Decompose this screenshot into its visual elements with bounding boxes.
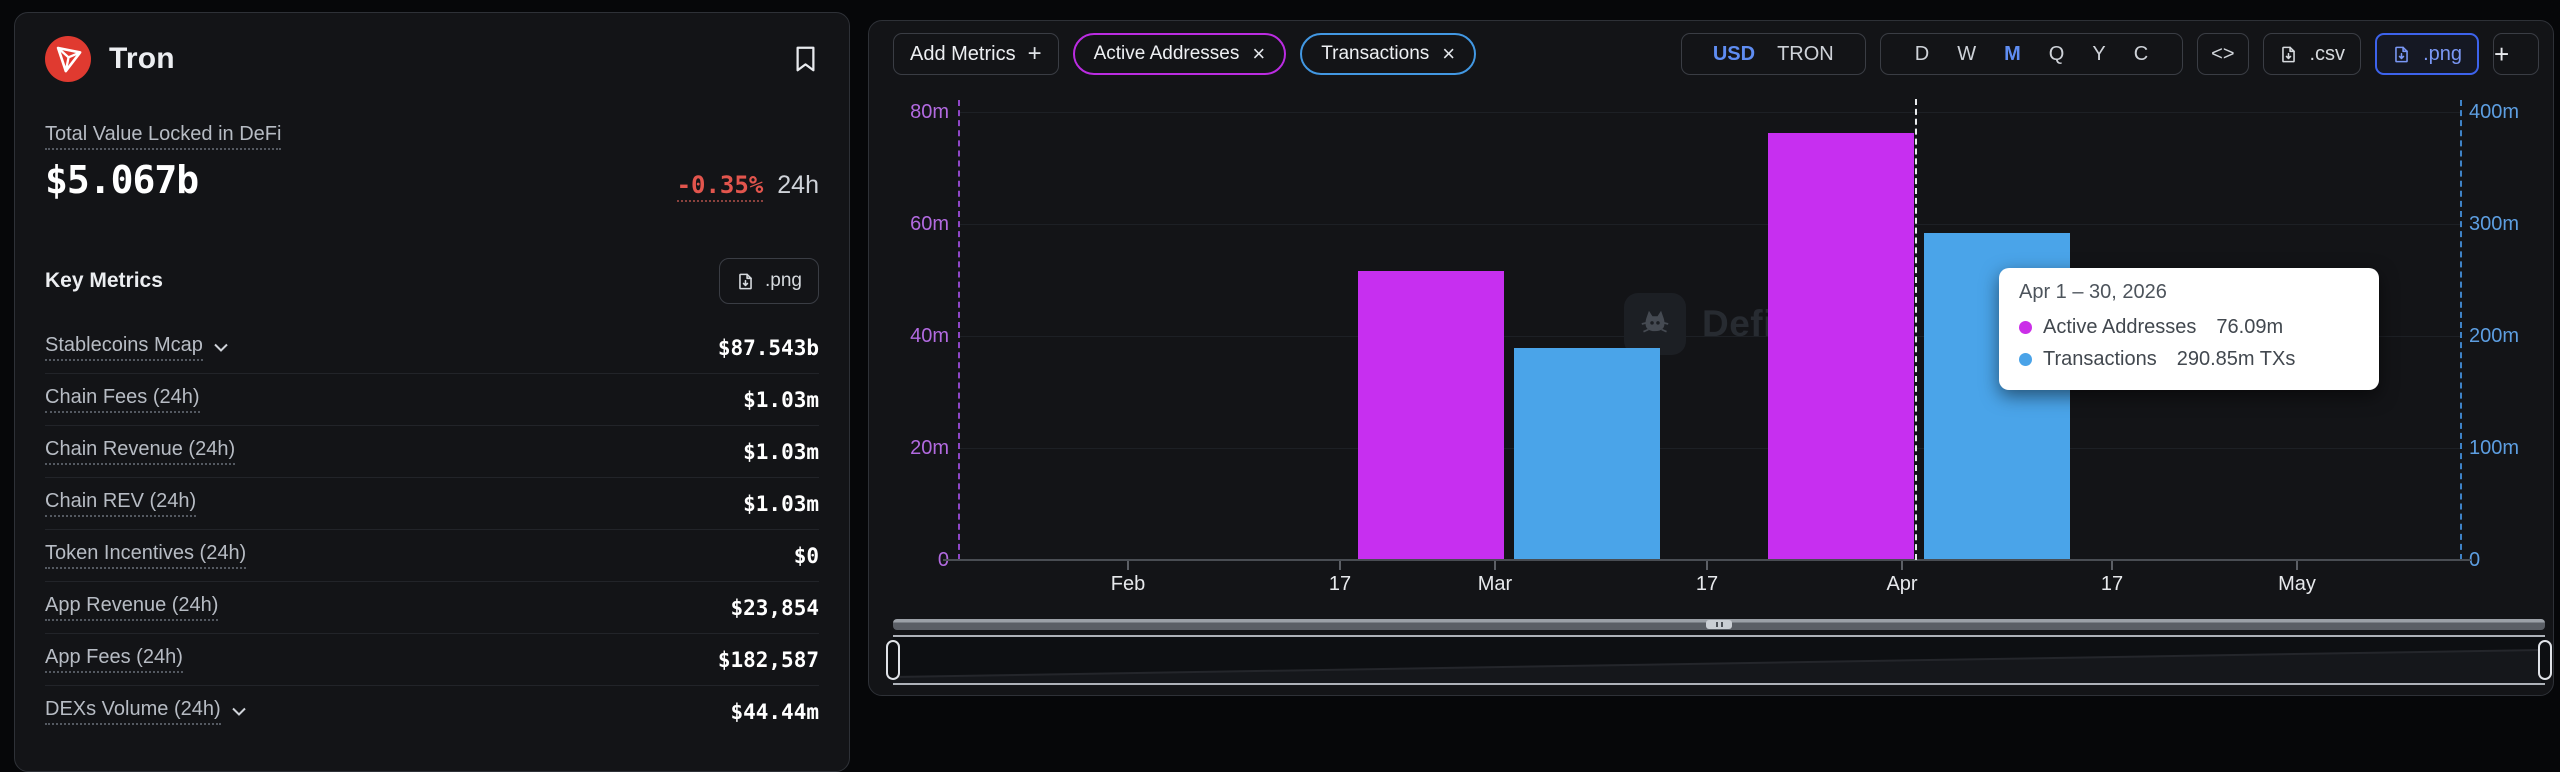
- y-axis-tick-label: 100m: [2469, 435, 2549, 461]
- x-axis-tick: [1494, 561, 1496, 570]
- series-dot-icon: [2019, 321, 2032, 334]
- metric-row-app-fees: App Fees (24h) $182,587: [45, 633, 819, 685]
- gridline: [959, 448, 2461, 449]
- date-range-brush[interactable]: [893, 635, 2545, 685]
- page-title: Tron: [109, 42, 175, 76]
- scrollbar-grip-icon[interactable]: [1706, 620, 1732, 629]
- export-png-button-left[interactable]: .png: [719, 258, 819, 304]
- metric-row-chain-rev: Chain REV (24h) $1.03m: [45, 477, 819, 529]
- chevron-down-icon: [213, 343, 229, 352]
- tooltip-date-range: Apr 1 – 30, 2026: [2019, 281, 2359, 304]
- tvl-change-24h[interactable]: -0.35%: [677, 171, 764, 202]
- x-axis-tick: [2111, 561, 2113, 570]
- x-axis-tick: [1127, 561, 1129, 570]
- gridline: [959, 224, 2461, 225]
- bar-active-addresses-mar-2026[interactable]: [1358, 271, 1504, 559]
- x-axis-label: May: [2252, 573, 2342, 596]
- right-y-axis: [2460, 100, 2462, 560]
- metric-row-chain-fees: Chain Fees (24h) $1.03m: [45, 373, 819, 425]
- tooltip-row-active-addresses: Active Addresses 76.09m: [2019, 311, 2359, 343]
- metric-row-chain-revenue: Chain Revenue (24h) $1.03m: [45, 425, 819, 477]
- tvl-label[interactable]: Total Value Locked in DeFi: [45, 123, 281, 150]
- bar-chart[interactable]: 0 20m 40m 60m 80m 0 100m 200m 300m 400m …: [869, 21, 2553, 695]
- metric-row-stablecoins-mcap: Stablecoins Mcap $87.543b: [45, 322, 819, 373]
- y-axis-tick-label: 200m: [2469, 323, 2549, 349]
- chain-header: Tron: [45, 35, 819, 83]
- y-axis-tick-label: 40m: [869, 323, 949, 349]
- chart-zoom-scrollbar[interactable]: [893, 619, 2545, 630]
- tvl-value: $5.067b: [45, 158, 198, 202]
- metric-row-dexs-volume: DEXs Volume (24h) $44.44m: [45, 685, 819, 737]
- x-axis-label: Feb: [1083, 573, 1173, 596]
- x-axis-label: Mar: [1450, 573, 1540, 596]
- brush-handle-right[interactable]: [2538, 640, 2552, 680]
- hover-crosshair-line: [1915, 99, 1917, 560]
- metric-row-token-incentives: Token Incentives (24h) $0: [45, 529, 819, 581]
- x-axis-label: 17: [2067, 573, 2157, 596]
- x-axis-label: 17: [1662, 573, 1752, 596]
- y-axis-tick-label: 60m: [869, 211, 949, 237]
- bar-active-addresses-apr-2026[interactable]: [1768, 133, 1914, 559]
- metric-row-app-revenue: App Revenue (24h) $23,854: [45, 581, 819, 633]
- chevron-down-icon: [231, 707, 247, 716]
- series-dot-icon: [2019, 353, 2032, 366]
- key-metrics-title: Key Metrics: [45, 269, 163, 293]
- x-axis-label: Apr: [1857, 573, 1947, 596]
- left-y-axis: [958, 100, 960, 560]
- bookmark-icon[interactable]: [792, 44, 819, 74]
- tron-logo-icon: [45, 36, 91, 82]
- tvl-period-label: 24h: [777, 171, 819, 200]
- chart-panel: Add Metrics + Active Addresses × Transac…: [868, 20, 2554, 696]
- brush-handle-left[interactable]: [886, 640, 900, 680]
- chart-tooltip: Apr 1 – 30, 2026 Active Addresses 76.09m…: [1999, 268, 2379, 390]
- x-axis-tick: [1901, 561, 1903, 570]
- y-axis-tick-label: 0: [869, 547, 949, 573]
- y-axis-tick-label: 20m: [869, 435, 949, 461]
- key-metrics-list: Stablecoins Mcap $87.543b Chain Fees (24…: [45, 322, 819, 737]
- defillama-llama-icon: [1624, 293, 1686, 355]
- bar-transactions-mar-2026[interactable]: [1514, 348, 1660, 559]
- x-axis-tick: [1706, 561, 1708, 570]
- x-axis-tick: [1339, 561, 1341, 570]
- y-axis-tick-label: 400m: [2469, 99, 2549, 125]
- y-axis-tick-label: 80m: [869, 99, 949, 125]
- y-axis-tick-label: 300m: [2469, 211, 2549, 237]
- file-download-icon: [736, 272, 755, 291]
- y-axis-tick-label: 0: [2469, 547, 2549, 573]
- x-axis-label: 17: [1295, 573, 1385, 596]
- chain-overview-panel: Tron Total Value Locked in DeFi $5.067b …: [14, 12, 850, 772]
- tooltip-row-transactions: Transactions 290.85m TXs: [2019, 343, 2359, 375]
- x-axis-tick: [2296, 561, 2298, 570]
- gridline: [959, 112, 2461, 113]
